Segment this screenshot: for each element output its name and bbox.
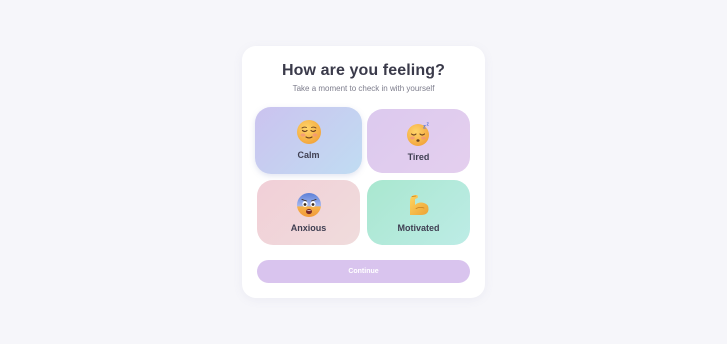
mood-check-card: How are you feeling? Take a moment to ch… bbox=[242, 46, 485, 298]
sleeping-face-icon: z z bbox=[406, 122, 429, 146]
continue-button[interactable]: Continue bbox=[257, 260, 470, 283]
mood-label: Motivated bbox=[397, 223, 440, 233]
svg-text:z: z bbox=[426, 122, 429, 128]
mood-option-tired[interactable]: z z Tired bbox=[367, 109, 470, 173]
mood-label: Anxious bbox=[290, 223, 327, 233]
page-title: How are you feeling? bbox=[282, 62, 445, 79]
mood-option-anxious[interactable]: Anxious bbox=[257, 180, 360, 245]
relieved-face-icon bbox=[296, 120, 321, 144]
mood-option-calm[interactable]: Calm bbox=[255, 107, 362, 174]
mood-option-motivated[interactable]: Motivated bbox=[367, 180, 470, 245]
page-subtitle: Take a moment to check in with yourself bbox=[292, 84, 435, 93]
mood-label: Tired bbox=[407, 152, 430, 162]
flexed-biceps-icon bbox=[409, 195, 429, 215]
fearful-face-icon bbox=[296, 193, 321, 217]
mood-label: Calm bbox=[297, 150, 320, 160]
